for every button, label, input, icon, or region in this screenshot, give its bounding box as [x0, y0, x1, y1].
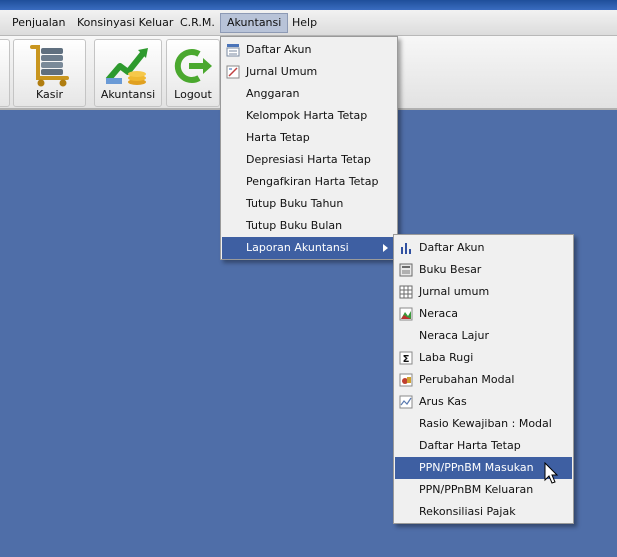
submenu-item-label: Neraca Lajur: [419, 329, 489, 342]
menu-item-tutup-buku-tahun[interactable]: Tutup Buku Tahun: [222, 193, 396, 215]
submenu-item-rasio-kewajiban-modal[interactable]: Rasio Kewajiban : Modal: [395, 413, 572, 435]
submenu-item-label: Arus Kas: [419, 395, 467, 408]
submenu-arrow-icon: [383, 244, 388, 252]
menu-item-label: Pengafkiran Harta Tetap: [246, 175, 379, 188]
capital-icon: [399, 373, 413, 387]
submenu-item-label: Jurnal umum: [419, 285, 490, 298]
submenu-item-label: Daftar Harta Tetap: [419, 439, 521, 452]
logout-button[interactable]: Logout: [166, 39, 220, 107]
menu-item-anggaran[interactable]: Anggaran: [222, 83, 396, 105]
menu-item-laporan-akuntansi[interactable]: Laporan Akuntansi: [222, 237, 396, 259]
journal-icon: [226, 65, 240, 79]
menu-item-label: Depresiasi Harta Tetap: [246, 153, 371, 166]
submenu-item-jurnal-umum[interactable]: Jurnal umum: [395, 281, 572, 303]
menu-item-tutup-buku-bulan[interactable]: Tutup Buku Bulan: [222, 215, 396, 237]
akuntansi-dropdown: Daftar Akun Jurnal Umum Anggaran Kelompo…: [220, 36, 398, 260]
menu-item-label: Daftar Akun: [246, 43, 312, 56]
submenu-item-label: Rasio Kewajiban : Modal: [419, 417, 552, 430]
chart-coins-icon: [105, 48, 148, 85]
akuntansi-button[interactable]: Akuntansi: [94, 39, 162, 107]
submenu-item-label: Neraca: [419, 307, 459, 320]
submenu-item-neraca[interactable]: Neraca: [395, 303, 572, 325]
menu-item-label: Tutup Buku Tahun: [246, 197, 344, 210]
submenu-item-arus-kas[interactable]: Arus Kas: [395, 391, 572, 413]
menu-item-jurnal-umum[interactable]: Jurnal Umum: [222, 61, 396, 83]
list-icon: [226, 44, 240, 57]
bar-chart-icon: [401, 243, 411, 254]
menu-akuntansi[interactable]: Akuntansi: [220, 13, 289, 33]
cart-icon: [29, 45, 69, 87]
menu-item-pengafkiran-harta-tetap[interactable]: Pengafkiran Harta Tetap: [222, 171, 396, 193]
menu-item-label: Harta Tetap: [246, 131, 310, 144]
menu-item-daftar-akun[interactable]: Daftar Akun: [222, 39, 396, 61]
submenu-item-label: Buku Besar: [419, 263, 482, 276]
menu-item-label: Laporan Akuntansi: [246, 241, 349, 254]
kasir-button[interactable]: Kasir: [13, 39, 86, 107]
logout-button-label: Logout: [174, 88, 212, 101]
sigma-icon: Σ: [399, 351, 413, 365]
ledger-icon: [399, 263, 413, 277]
menu-item-depresiasi-harta-tetap[interactable]: Depresiasi Harta Tetap: [222, 149, 396, 171]
submenu-item-rekonsiliasi-pajak[interactable]: Rekonsiliasi Pajak: [395, 501, 572, 523]
submenu-item-label: Perubahan Modal: [419, 373, 515, 386]
menu-item-label: Tutup Buku Bulan: [246, 219, 343, 232]
submenu-item-perubahan-modal[interactable]: Perubahan Modal: [395, 369, 572, 391]
submenu-item-label: Daftar Akun: [419, 241, 485, 254]
submenu-item-label: Rekonsiliasi Pajak: [419, 505, 516, 518]
submenu-item-buku-besar[interactable]: Buku Besar: [395, 259, 572, 281]
kasir-button-label: Kasir: [35, 88, 64, 101]
menu-bar: Penjualan Konsinyasi Keluar C.R.M. Akunt…: [0, 10, 617, 36]
menu-item-harta-tetap[interactable]: Harta Tetap: [222, 127, 396, 149]
toolbar-button-partial[interactable]: c: [0, 39, 10, 107]
line-chart-icon: [399, 395, 413, 409]
submenu-item-neraca-lajur[interactable]: Neraca Lajur: [395, 325, 572, 347]
menu-item-label: Jurnal Umum: [246, 65, 318, 78]
submenu-item-laba-rugi[interactable]: Σ Laba Rugi: [395, 347, 572, 369]
menu-item-label: Anggaran: [246, 87, 300, 100]
balance-chart-icon: [399, 307, 413, 321]
logout-arrow-icon: [174, 49, 212, 83]
submenu-item-label: PPN/PPnBM Keluaran: [419, 483, 534, 496]
submenu-item-daftar-akun[interactable]: Daftar Akun: [395, 237, 572, 259]
menu-crm[interactable]: C.R.M.: [174, 13, 221, 33]
menu-help[interactable]: Help: [286, 13, 323, 33]
svg-text:Σ: Σ: [403, 354, 410, 365]
grid-icon: [399, 285, 413, 299]
menu-penjualan[interactable]: Penjualan: [6, 13, 72, 33]
menu-item-label: Kelompok Harta Tetap: [246, 109, 368, 122]
mouse-pointer-icon: [544, 462, 559, 484]
submenu-item-daftar-harta-tetap[interactable]: Daftar Harta Tetap: [395, 435, 572, 457]
submenu-item-label: PPN/PPnBM Masukan: [419, 461, 534, 474]
submenu-item-label: Laba Rugi: [419, 351, 474, 364]
window-title-strip: [0, 0, 617, 10]
akuntansi-button-label: Akuntansi: [100, 88, 156, 101]
menu-item-kelompok-harta-tetap[interactable]: Kelompok Harta Tetap: [222, 105, 396, 127]
menu-konsinyasi-keluar[interactable]: Konsinyasi Keluar: [71, 13, 179, 33]
